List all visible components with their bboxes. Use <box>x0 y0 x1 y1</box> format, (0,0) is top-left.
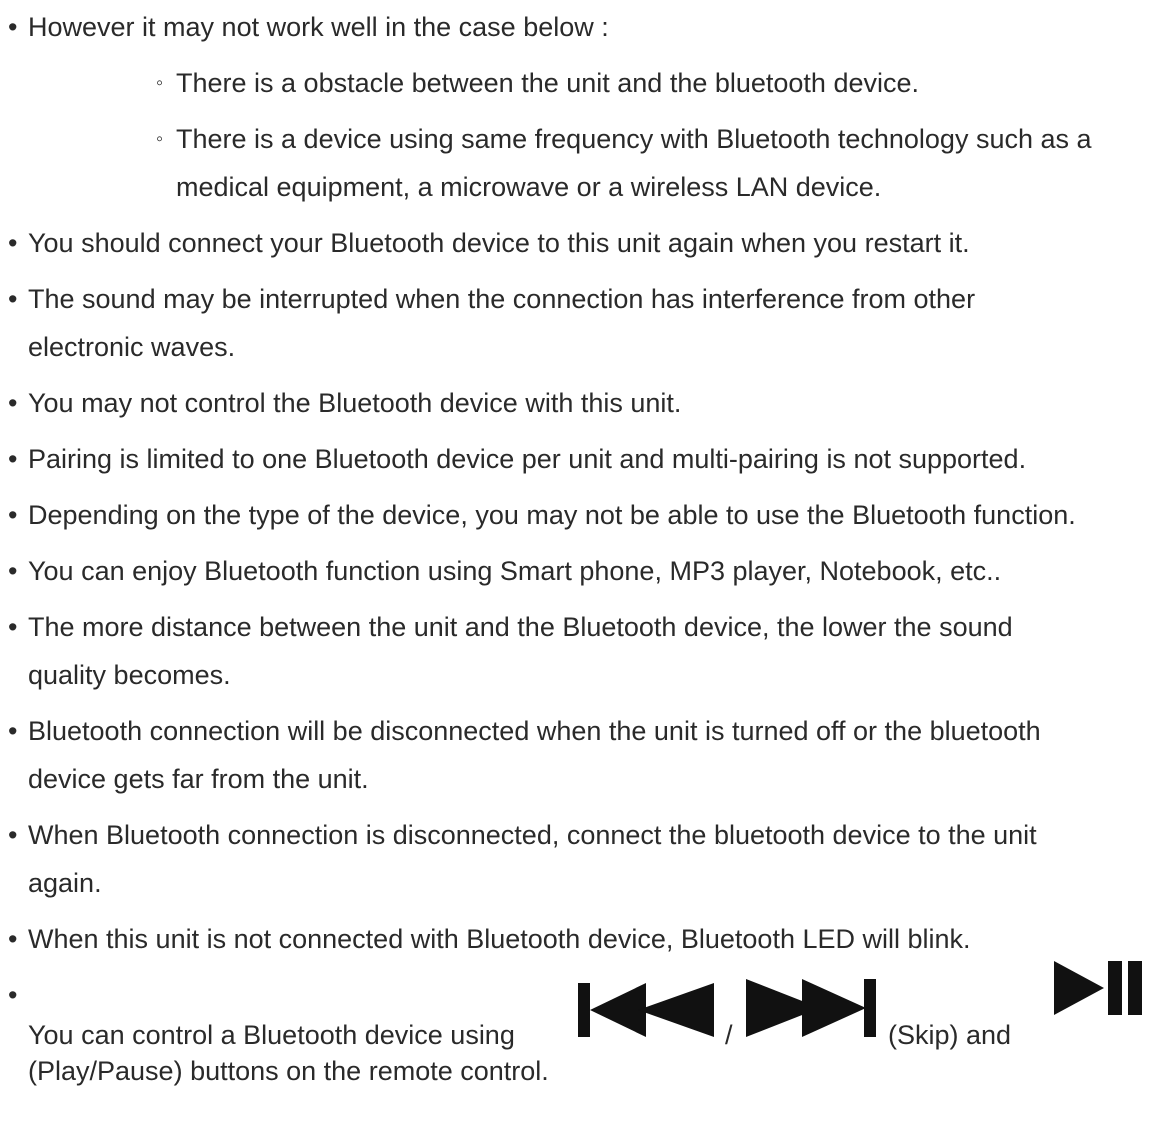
list-item: Depending on the type of the device, you… <box>8 491 1170 539</box>
bullet-text: You can enjoy Bluetooth function using S… <box>28 556 1002 586</box>
bullet-text: Depending on the type of the device, you… <box>28 500 1076 530</box>
list-item: When this unit is not connected with Blu… <box>8 915 1170 963</box>
list-item: When Bluetooth connection is disconnecte… <box>8 811 1170 907</box>
bullet-text: The sound may be interrupted when the co… <box>28 284 976 314</box>
sub-list-item: There is a device using same frequency w… <box>28 115 1170 211</box>
list-item: You should connect your Bluetooth device… <box>8 219 1170 267</box>
list-item: The sound may be interrupted when the co… <box>8 275 1170 371</box>
bullet-text: device gets far from the unit. <box>28 764 369 794</box>
skip-next-icon <box>744 977 880 1039</box>
list-item: Pairing is limited to one Bluetooth devi… <box>8 435 1170 483</box>
list-item: The more distance between the unit and t… <box>8 603 1170 699</box>
bullet-text: Pairing is limited to one Bluetooth devi… <box>28 444 1027 474</box>
document-page: However it may not work well in the case… <box>0 0 1174 1133</box>
bullet-text: electronic waves. <box>28 332 236 362</box>
list-item-remote-control: You can control a Bluetooth device using… <box>8 961 1170 1087</box>
skip-previous-icon <box>576 981 716 1039</box>
bullet-text: When Bluetooth connection is disconnecte… <box>28 820 1037 850</box>
bullet-text: When this unit is not connected with Blu… <box>28 924 971 954</box>
list-item: Bluetooth connection will be disconnecte… <box>8 707 1170 803</box>
sub-bullet-text: medical equipment, a microwave or a wire… <box>176 172 882 202</box>
notes-list: However it may not work well in the case… <box>8 3 1170 1095</box>
sub-list-item: There is a obstacle between the unit and… <box>28 59 1170 107</box>
control-text-line2: (Play/Pause) buttons on the remote contr… <box>28 1056 549 1086</box>
sub-list: There is a obstacle between the unit and… <box>28 59 1170 211</box>
bullet-text: quality becomes. <box>28 660 231 690</box>
bullet-text: However it may not work well in the case… <box>28 12 609 42</box>
sub-bullet-text: There is a device using same frequency w… <box>176 124 1092 154</box>
skip-label: (Skip) and <box>888 1020 1012 1050</box>
bullet-text: The more distance between the unit and t… <box>28 612 1013 642</box>
sub-bullet-text: There is a obstacle between the unit and… <box>176 68 920 98</box>
bullet-text: You may not control the Bluetooth device… <box>28 388 682 418</box>
bullet-text: again. <box>28 868 102 898</box>
list-item: You can enjoy Bluetooth function using S… <box>8 547 1170 595</box>
list-item: However it may not work well in the case… <box>8 3 1170 211</box>
separator-text: / <box>725 1020 733 1050</box>
list-item: You may not control the Bluetooth device… <box>8 379 1170 427</box>
bullet-text: You should connect your Bluetooth device… <box>28 228 970 258</box>
play-pause-icon <box>1052 957 1148 1019</box>
bullet-text: Bluetooth connection will be disconnecte… <box>28 716 1041 746</box>
